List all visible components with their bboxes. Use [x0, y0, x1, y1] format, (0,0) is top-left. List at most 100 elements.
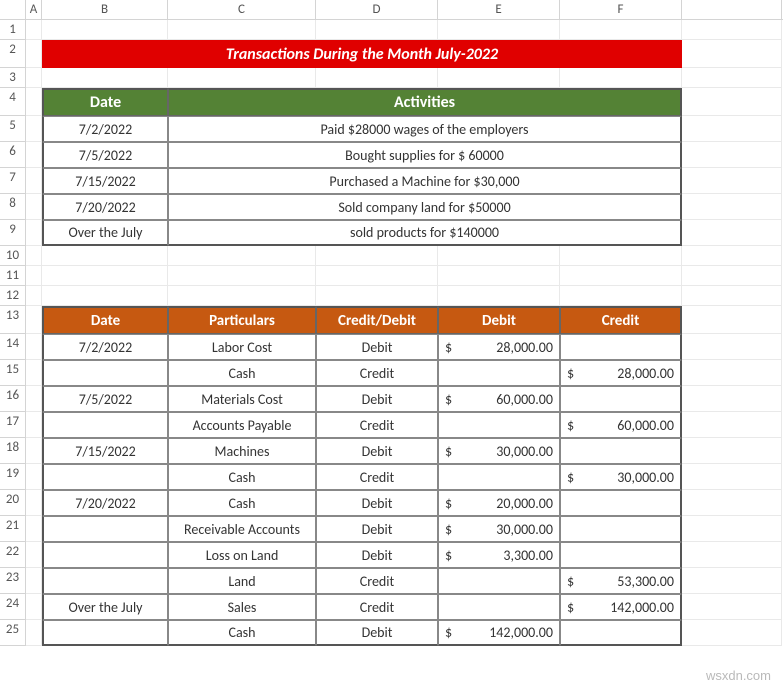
spreadsheet-grid[interactable]: Transactions During the Month July-2022 …: [26, 20, 783, 646]
cell[interactable]: [682, 286, 782, 306]
cell[interactable]: [42, 246, 168, 266]
row-header[interactable]: 13: [0, 306, 26, 334]
row-header[interactable]: 5: [0, 116, 26, 142]
table2-credit[interactable]: [560, 620, 682, 646]
table2-header-cd[interactable]: Credit/Debit: [316, 306, 438, 334]
table2-date[interactable]: [42, 516, 168, 542]
cell[interactable]: [26, 142, 42, 168]
table2-date[interactable]: [42, 542, 168, 568]
cell[interactable]: [438, 246, 560, 266]
table1-activity[interactable]: sold products for $140000: [168, 220, 682, 246]
table2-cd[interactable]: Debit: [316, 542, 438, 568]
table2-header-particulars[interactable]: Particulars: [168, 306, 316, 334]
row-header[interactable]: 21: [0, 516, 26, 542]
table2-cd[interactable]: Debit: [316, 620, 438, 646]
table2-date[interactable]: [42, 568, 168, 594]
table2-debit[interactable]: $3,300.00: [438, 542, 560, 568]
table2-particulars[interactable]: Labor Cost: [168, 334, 316, 360]
cell[interactable]: [26, 68, 42, 88]
row-header[interactable]: 22: [0, 542, 26, 568]
table2-debit[interactable]: [438, 360, 560, 386]
cell[interactable]: [26, 360, 42, 386]
col-header-extra[interactable]: [682, 0, 782, 19]
row-header[interactable]: 17: [0, 412, 26, 438]
table2-credit[interactable]: [560, 542, 682, 568]
table1-activity[interactable]: Bought supplies for $ 60000: [168, 142, 682, 168]
table1-date[interactable]: 7/5/2022: [42, 142, 168, 168]
col-header-F[interactable]: F: [560, 0, 682, 19]
table1-header-activities[interactable]: Activities: [168, 88, 682, 116]
cell[interactable]: [682, 266, 782, 286]
table2-date[interactable]: Over the July: [42, 594, 168, 620]
cell[interactable]: [682, 542, 782, 568]
cell[interactable]: [560, 266, 682, 286]
table2-date[interactable]: [42, 620, 168, 646]
row-header[interactable]: 15: [0, 360, 26, 386]
cell[interactable]: [168, 266, 316, 286]
cell[interactable]: [438, 68, 560, 88]
cell[interactable]: [26, 306, 42, 334]
select-all-corner[interactable]: [0, 0, 26, 19]
table2-debit[interactable]: $30,000.00: [438, 516, 560, 542]
col-header-A[interactable]: A: [26, 0, 42, 19]
cell[interactable]: [168, 68, 316, 88]
cell[interactable]: [26, 40, 42, 68]
cell[interactable]: [26, 246, 42, 266]
table2-particulars[interactable]: Materials Cost: [168, 386, 316, 412]
table2-date[interactable]: [42, 360, 168, 386]
table2-credit[interactable]: $30,000.00: [560, 464, 682, 490]
title-banner[interactable]: Transactions During the Month July-2022: [42, 40, 682, 68]
cell[interactable]: [316, 266, 438, 286]
table2-debit[interactable]: [438, 594, 560, 620]
row-header[interactable]: 16: [0, 386, 26, 412]
cell[interactable]: [682, 438, 782, 464]
cell[interactable]: [168, 246, 316, 266]
row-header[interactable]: 25: [0, 620, 26, 646]
table2-date[interactable]: 7/5/2022: [42, 386, 168, 412]
cell[interactable]: [682, 594, 782, 620]
table2-header-credit[interactable]: Credit: [560, 306, 682, 334]
table2-cd[interactable]: Credit: [316, 360, 438, 386]
row-header[interactable]: 11: [0, 266, 26, 286]
cell[interactable]: [438, 286, 560, 306]
cell[interactable]: [316, 20, 438, 40]
table1-date[interactable]: Over the July: [42, 220, 168, 246]
cell[interactable]: [682, 220, 782, 246]
table2-particulars[interactable]: Land: [168, 568, 316, 594]
cell[interactable]: [682, 464, 782, 490]
cell[interactable]: [26, 594, 42, 620]
row-header[interactable]: 14: [0, 334, 26, 360]
cell[interactable]: [26, 490, 42, 516]
table2-date[interactable]: 7/20/2022: [42, 490, 168, 516]
table2-debit[interactable]: $28,000.00: [438, 334, 560, 360]
cell[interactable]: [26, 516, 42, 542]
cell[interactable]: [682, 306, 782, 334]
cell[interactable]: [316, 286, 438, 306]
table2-debit[interactable]: $30,000.00: [438, 438, 560, 464]
cell[interactable]: [42, 286, 168, 306]
cell[interactable]: [168, 286, 316, 306]
cell[interactable]: [682, 168, 782, 194]
cell[interactable]: [26, 266, 42, 286]
row-header[interactable]: 8: [0, 194, 26, 220]
table2-particulars[interactable]: Cash: [168, 490, 316, 516]
cell[interactable]: [682, 246, 782, 266]
table1-activity[interactable]: Purchased a Machine for $30,000: [168, 168, 682, 194]
cell[interactable]: [26, 542, 42, 568]
cell[interactable]: [682, 490, 782, 516]
cell[interactable]: [682, 334, 782, 360]
cell[interactable]: [26, 620, 42, 646]
cell[interactable]: [682, 568, 782, 594]
table1-date[interactable]: 7/20/2022: [42, 194, 168, 220]
cell[interactable]: [316, 246, 438, 266]
table2-particulars[interactable]: Loss on Land: [168, 542, 316, 568]
cell[interactable]: [682, 412, 782, 438]
row-header[interactable]: 2: [0, 40, 26, 68]
cell[interactable]: [26, 386, 42, 412]
cell[interactable]: [26, 116, 42, 142]
cell[interactable]: [26, 464, 42, 490]
cell[interactable]: [168, 20, 316, 40]
table2-date[interactable]: [42, 412, 168, 438]
row-header[interactable]: 18: [0, 438, 26, 464]
cell[interactable]: [438, 20, 560, 40]
